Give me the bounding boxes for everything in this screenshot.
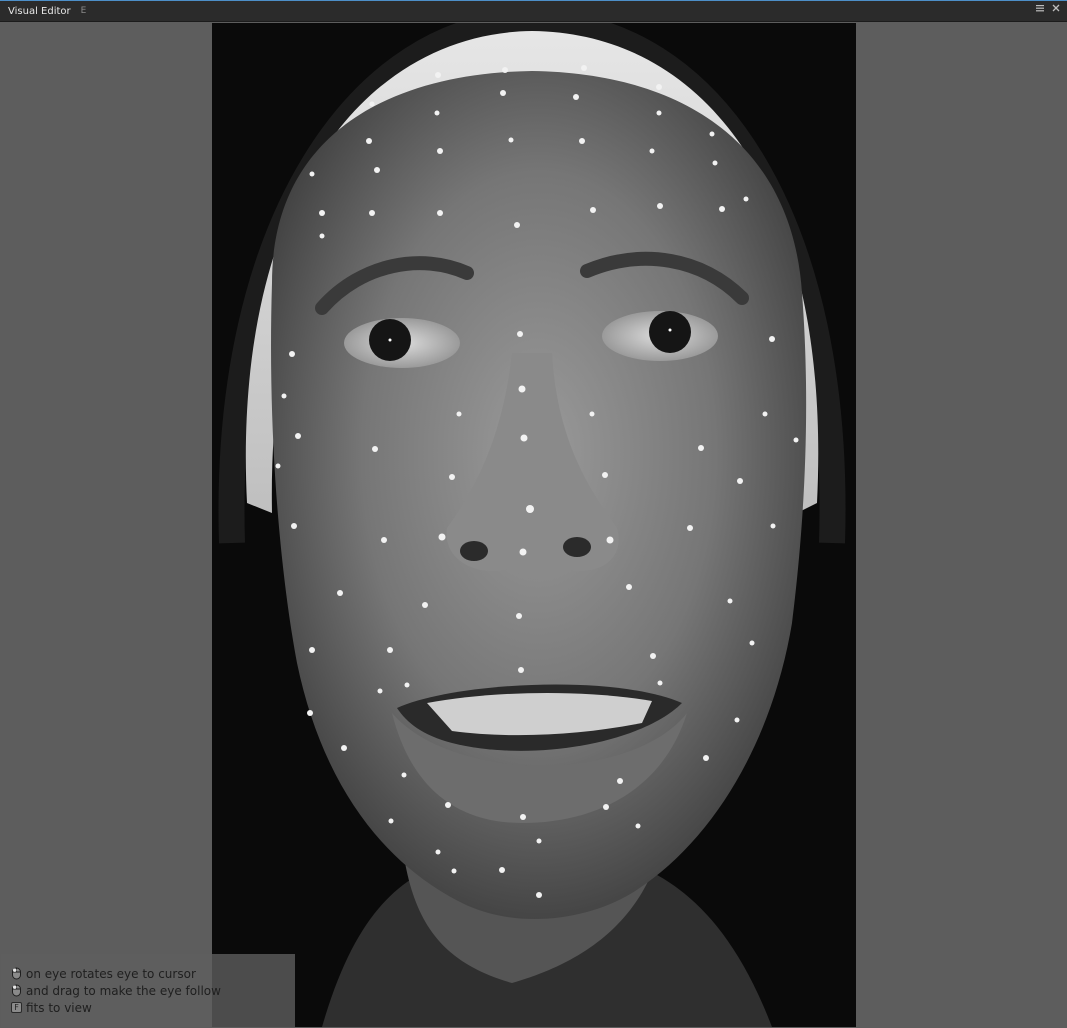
key-f-icon: F	[11, 1002, 22, 1013]
help-line-fit-view: F fits to view	[11, 999, 295, 1016]
close-icon[interactable]	[1051, 3, 1061, 13]
mouse-left-drag-icon	[11, 984, 22, 997]
title-actions	[1035, 3, 1061, 13]
hamburger-menu-icon[interactable]	[1035, 3, 1045, 13]
help-line-click-eye: on eye rotates eye to cursor	[11, 965, 295, 982]
image-viewport[interactable]	[1, 23, 1066, 1027]
help-line-drag-eye: and drag to make the eye follow	[11, 982, 295, 999]
editor-titlebar: Visual Editor E	[0, 0, 1067, 22]
help-overlay: on eye rotates eye to cursor and drag to…	[1, 954, 295, 1027]
help-text: and drag to make the eye follow	[26, 983, 221, 998]
face-reference-photo[interactable]	[212, 23, 856, 1027]
help-text: fits to view	[26, 1000, 92, 1015]
editor-shortcut-hint: E	[80, 6, 87, 16]
mouse-left-click-icon	[11, 967, 22, 980]
help-text: on eye rotates eye to cursor	[26, 966, 196, 981]
editor-title[interactable]: Visual Editor	[8, 6, 71, 17]
